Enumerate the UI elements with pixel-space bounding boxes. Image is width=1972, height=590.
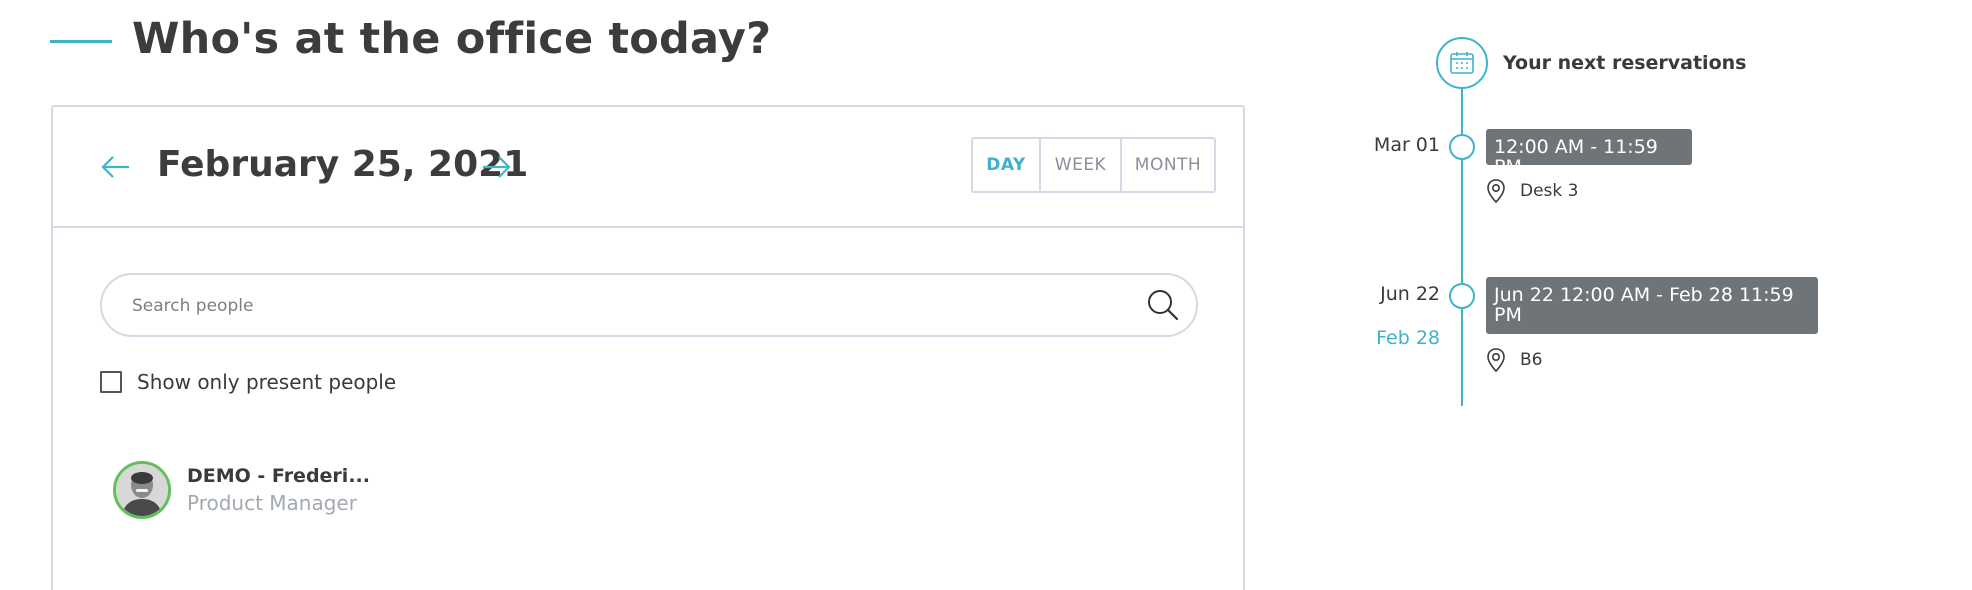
person-info: DEMO - Frederi... Product Manager [187, 465, 370, 515]
next-day-button[interactable] [479, 149, 515, 185]
location-pin-icon [1487, 348, 1505, 373]
list-item[interactable]: DEMO - Frederi... Product Manager [113, 459, 370, 521]
reservation-date: Jun 22 [1380, 283, 1440, 305]
reservation-time[interactable]: 12:00 AM - 11:59 PM [1486, 129, 1692, 177]
page: Who's at the office today? February 25, … [0, 0, 1972, 590]
timeline-node [1449, 283, 1475, 309]
title-accent-line [50, 40, 112, 43]
person-photo-icon [116, 464, 168, 516]
current-date: February 25, 2021 [157, 144, 529, 185]
reservation-location: Desk 3 [1486, 178, 1578, 204]
search-button[interactable] [1146, 288, 1180, 322]
calendar-icon [1450, 52, 1474, 74]
location-label: B6 [1520, 350, 1543, 370]
search-input[interactable] [130, 275, 1094, 337]
office-card: February 25, 2021 DAY WEEK MONTH Search … [51, 105, 1245, 590]
reservation-end-date: Feb 28 [1376, 327, 1440, 349]
arrow-left-icon [101, 156, 129, 178]
reservation-date: Mar 01 [1373, 134, 1440, 156]
view-week-button[interactable]: WEEK [1039, 139, 1120, 191]
page-title: Who's at the office today? [132, 14, 772, 64]
arrow-right-icon [483, 156, 511, 178]
search-icon [1148, 290, 1179, 321]
reservation-location: B6 [1486, 347, 1542, 373]
present-only-checkbox[interactable] [100, 371, 122, 393]
present-only-label: Show only present people [137, 370, 397, 394]
person-name: DEMO - Frederi... [187, 465, 370, 487]
search-box [100, 273, 1198, 337]
location-label: Desk 3 [1520, 181, 1579, 201]
calendar-badge [1436, 37, 1488, 89]
location-pin-icon [1487, 179, 1505, 204]
view-day-button[interactable]: DAY [973, 139, 1039, 191]
card-header: February 25, 2021 DAY WEEK MONTH [53, 107, 1243, 228]
reservations-title: Your next reservations [1503, 52, 1747, 74]
previous-day-button[interactable] [97, 149, 133, 185]
timeline-node [1449, 134, 1475, 160]
view-month-button[interactable]: MONTH [1120, 139, 1214, 191]
reservation-time[interactable]: Jun 22 12:00 AM - Feb 28 11:59 PM [1486, 277, 1818, 334]
avatar [113, 461, 171, 519]
person-role: Product Manager [187, 491, 357, 515]
view-toggle: DAY WEEK MONTH [971, 137, 1216, 193]
present-filter: Show only present people [100, 369, 396, 395]
